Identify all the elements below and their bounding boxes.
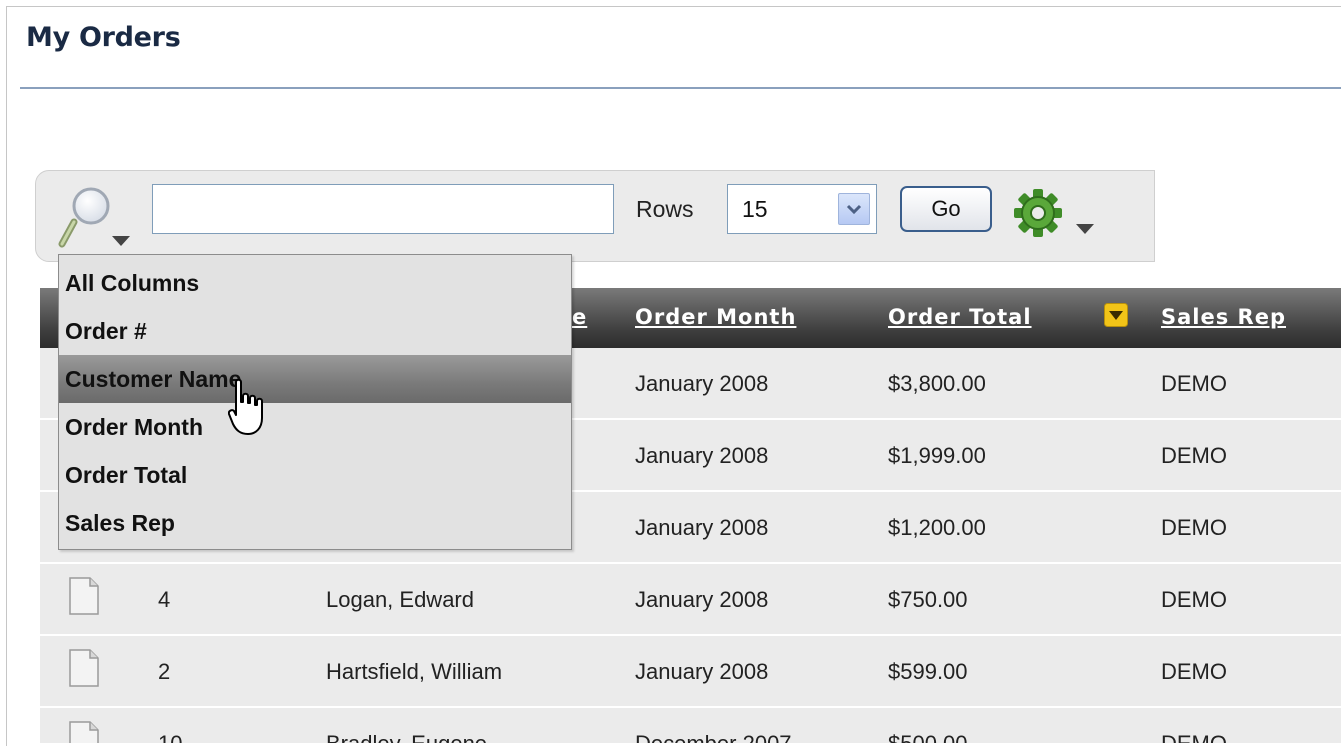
menu-item-sales-rep[interactable]: Sales Rep	[59, 499, 571, 547]
menu-item-customer-name[interactable]: Customer Name	[59, 355, 571, 403]
menu-item-all-columns[interactable]: All Columns	[59, 259, 571, 307]
go-button[interactable]: Go	[900, 186, 992, 232]
cell-order-total: $1,200.00	[888, 515, 986, 540]
sort-descending-icon[interactable]	[1104, 303, 1128, 327]
cell-customer-name: Logan, Edward	[326, 587, 474, 612]
cell-sales-rep: DEMO	[1161, 371, 1227, 396]
rows-select[interactable]: 15	[727, 184, 877, 234]
table-row: 4 Logan, Edward January 2008 $750.00 DEM…	[40, 564, 1341, 636]
cell-customer-name: Hartsfield, William	[326, 659, 503, 684]
table-row: 2 Hartsfield, William January 2008 $599.…	[40, 636, 1341, 708]
cell-order-month: January 2008	[635, 659, 769, 684]
cell-order-number: 4	[158, 587, 171, 612]
header-order-month[interactable]: Order Month	[635, 305, 796, 329]
cell-order-month: January 2008	[635, 371, 769, 396]
cell-sales-rep: DEMO	[1161, 443, 1227, 468]
cell-sales-rep: DEMO	[1161, 587, 1227, 612]
view-detail-icon[interactable]	[68, 648, 100, 688]
menu-item-order-number[interactable]: Order #	[59, 307, 571, 355]
rows-label: Rows	[636, 196, 694, 222]
cell-order-total: $1,999.00	[888, 443, 986, 468]
cell-order-number: 10	[158, 731, 182, 743]
title-divider	[20, 87, 1341, 89]
view-detail-icon[interactable]	[68, 720, 100, 743]
cell-order-total: $3,800.00	[888, 371, 986, 396]
cell-sales-rep: DEMO	[1161, 731, 1227, 743]
actions-menu-button[interactable]	[1010, 188, 1102, 242]
cell-order-month: January 2008	[635, 443, 769, 468]
search-icon	[58, 187, 130, 248]
search-input[interactable]	[152, 184, 614, 234]
column-search-button[interactable]	[58, 186, 138, 252]
page-title: My Orders	[26, 22, 181, 53]
cell-order-total: $599.00	[888, 659, 968, 684]
chevron-down-icon	[846, 204, 862, 215]
menu-item-order-total[interactable]: Order Total	[59, 451, 571, 499]
cell-order-month: December 2007	[635, 731, 792, 743]
cell-order-number: 2	[158, 659, 171, 684]
table-row: 10 Bradley, Eugene December 2007 $500.00…	[40, 708, 1341, 743]
view-detail-icon[interactable]	[68, 576, 100, 616]
header-sales-rep[interactable]: Sales Rep	[1161, 305, 1286, 329]
cell-order-total: $500.00	[888, 731, 968, 743]
rows-dropdown-arrow[interactable]	[838, 193, 870, 225]
gear-icon	[1014, 189, 1094, 237]
menu-item-order-month[interactable]: Order Month	[59, 403, 571, 451]
header-order-total[interactable]: Order Total	[888, 305, 1032, 329]
cell-sales-rep: DEMO	[1161, 515, 1227, 540]
column-select-menu: All Columns Order # Customer Name Order …	[58, 254, 572, 550]
cell-customer-name: Bradley, Eugene	[326, 731, 487, 743]
cell-order-month: January 2008	[635, 587, 769, 612]
cell-order-total: $750.00	[888, 587, 968, 612]
hand-pointer-icon	[228, 378, 263, 435]
cell-sales-rep: DEMO	[1161, 659, 1227, 684]
rows-select-value: 15	[742, 196, 768, 222]
cell-order-month: January 2008	[635, 515, 769, 540]
header-customer-name[interactable]: e	[572, 305, 587, 329]
